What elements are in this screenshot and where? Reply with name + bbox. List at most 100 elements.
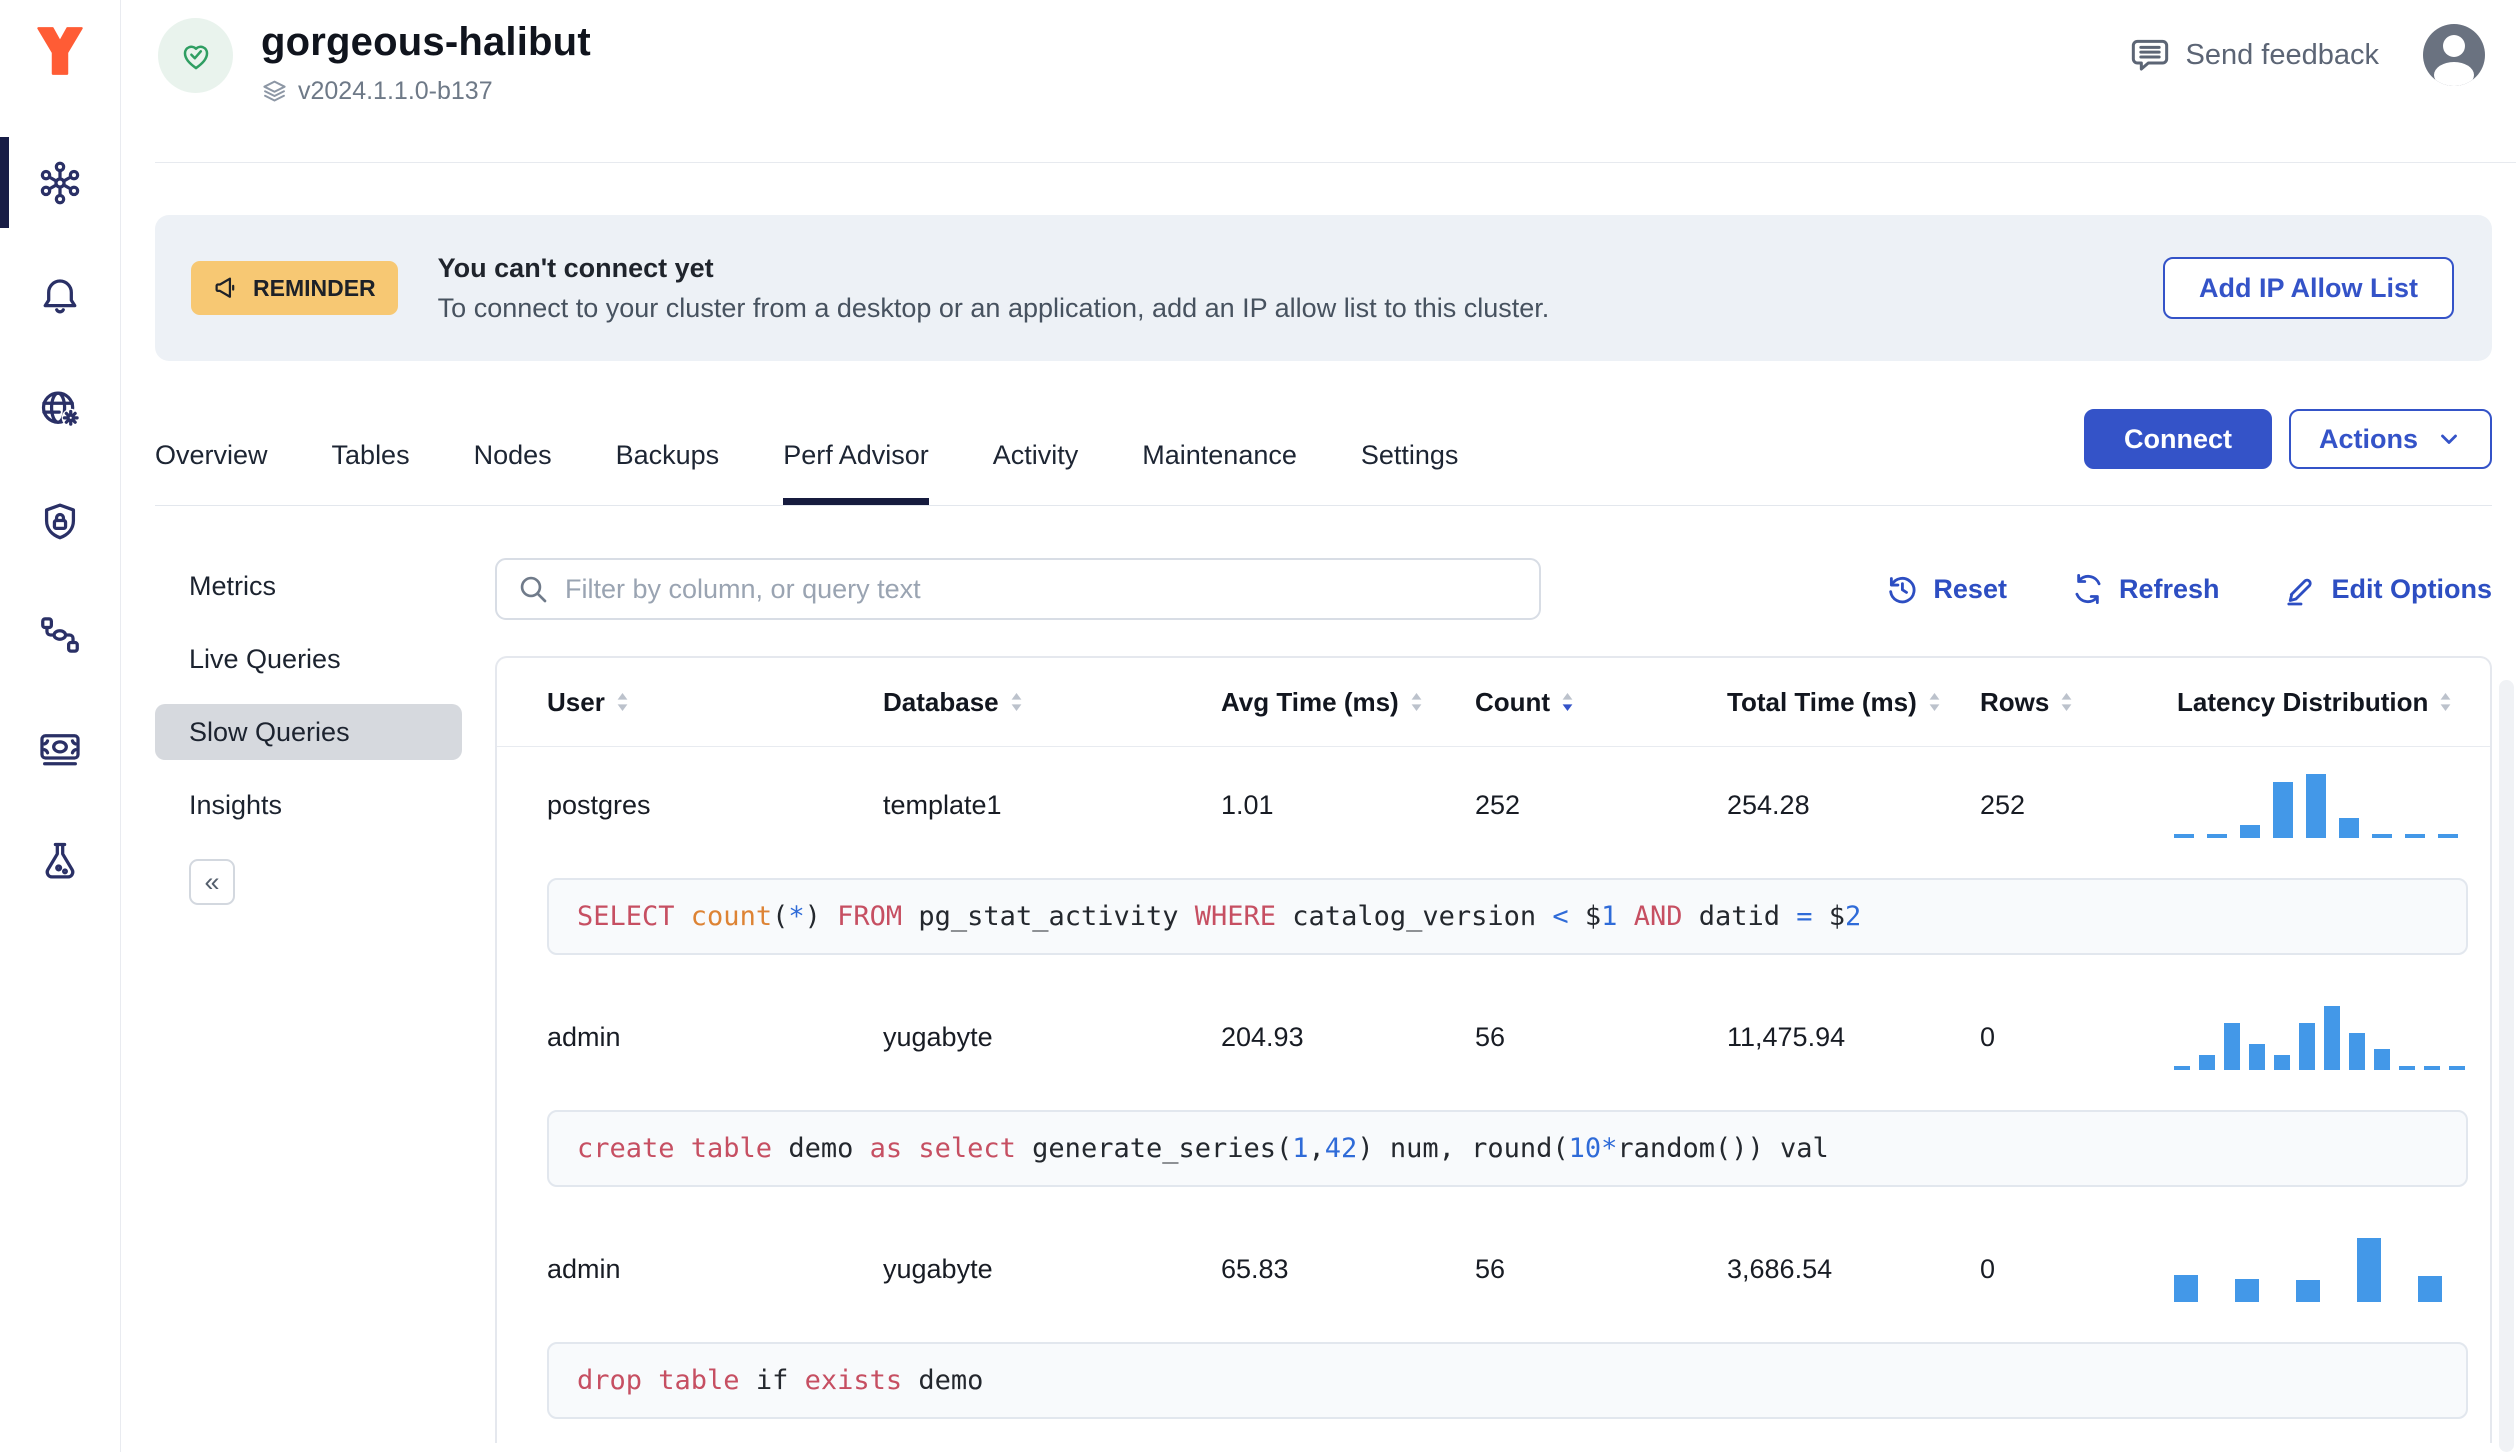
column-label: Latency Distribution xyxy=(2177,686,2429,717)
sidebar-item-integrations[interactable] xyxy=(0,578,120,691)
chevron-down-icon xyxy=(2441,434,2457,444)
query-row: SELECT count(*) FROM pg_stat_activity WH… xyxy=(497,864,2490,979)
cell-rows: 0 xyxy=(1980,1022,1996,1052)
reminder-badge: REMINDER xyxy=(191,261,398,315)
cluster-version: v2024.1.1.0-b137 xyxy=(298,77,493,105)
tab-backups[interactable]: Backups xyxy=(616,387,720,505)
cell-avg-time-ms: 1.01 xyxy=(1221,790,1274,820)
subnav-item-metrics[interactable]: Metrics xyxy=(155,558,462,614)
chat-bubble-icon xyxy=(2131,39,2168,71)
cell-count: 56 xyxy=(1475,1022,1506,1052)
main-area: gorgeous-halibut v2024.1.1.0-b137 Send f… xyxy=(121,0,2516,1452)
sql-query-text: create table demo as select generate_ser… xyxy=(547,1110,2468,1187)
tab-overview[interactable]: Overview xyxy=(155,387,268,505)
scrollbar[interactable] xyxy=(2499,680,2514,1452)
subnav-item-slow-queries[interactable]: Slow Queries xyxy=(155,704,462,760)
cluster-identity: gorgeous-halibut v2024.1.1.0-b137 xyxy=(158,18,591,106)
tab-tables[interactable]: Tables xyxy=(332,387,410,505)
table-row[interactable]: admin yugabyte 204.93 56 11,475.94 0 xyxy=(497,979,2490,1096)
table-row[interactable]: admin yugabyte 65.83 56 3,686.54 0 xyxy=(497,1211,2490,1328)
query-row: drop table if exists demo xyxy=(497,1328,2490,1443)
tab-activity[interactable]: Activity xyxy=(993,387,1079,505)
cluster-tabs: Overview Tables Nodes Backups Perf Advisor Ac… xyxy=(155,387,1522,505)
cluster-hub-icon xyxy=(40,161,80,204)
column-header-avg-time-ms-[interactable]: Avg Time (ms) xyxy=(1171,687,1425,718)
cell-rows: 252 xyxy=(1980,790,2026,820)
column-header-database[interactable]: Database xyxy=(833,687,1171,718)
latency-histogram xyxy=(2174,773,2490,838)
cell-rows: 0 xyxy=(1980,1254,1996,1284)
banknote-icon xyxy=(40,733,80,765)
tabs-row: Overview Tables Nodes Backups Perf Advisor Ac… xyxy=(155,387,2492,506)
layers-icon xyxy=(263,80,286,102)
megaphone-icon xyxy=(215,277,235,298)
filter-input[interactable] xyxy=(495,558,1541,620)
cell-total-time-ms: 11,475.94 xyxy=(1727,1022,1846,1052)
sidebar-item-labs[interactable] xyxy=(0,804,120,917)
subnav-item-insights[interactable]: Insights xyxy=(155,777,462,833)
tab-settings[interactable]: Settings xyxy=(1361,387,1459,505)
sort-icon xyxy=(1562,693,1573,711)
refresh-button[interactable]: Refresh xyxy=(2071,572,2220,606)
column-header-total-time-ms-[interactable]: Total Time (ms) xyxy=(1677,687,1940,718)
table-row[interactable]: postgres template1 1.01 252 254.28 252 xyxy=(497,747,2490,864)
bell-icon xyxy=(43,278,77,313)
collapse-sidebar-button[interactable]: « xyxy=(189,859,235,905)
column-header-user[interactable]: User xyxy=(497,687,833,718)
globe-gear-icon xyxy=(41,390,80,427)
cell-user: admin xyxy=(547,1022,621,1052)
sidebar-item-clusters[interactable] xyxy=(0,126,120,239)
slow-queries-table: User Database Avg Time (ms) Count Total … xyxy=(495,656,2492,1443)
cell-user: postgres xyxy=(547,790,651,820)
sidebar-item-alerts[interactable] xyxy=(0,239,120,352)
column-header-count[interactable]: Count xyxy=(1425,687,1677,718)
connect-button[interactable]: Connect xyxy=(2083,409,2272,469)
slow-queries-toolbar: Reset Refresh xyxy=(495,558,2492,620)
column-label: Database xyxy=(883,686,999,717)
column-header-latency-distribution[interactable]: Latency Distribution xyxy=(2132,687,2490,718)
reminder-banner: REMINDER You can't connect yet To connec… xyxy=(155,215,2492,361)
sql-query-text: drop table if exists demo xyxy=(547,1342,2468,1419)
latency-histogram xyxy=(2174,1005,2490,1070)
column-label: Avg Time (ms) xyxy=(1221,686,1399,717)
slow-queries-panel: Reset Refresh xyxy=(495,558,2492,1443)
cell-database: yugabyte xyxy=(883,1022,993,1052)
banner-title: You can't connect yet xyxy=(437,252,714,283)
tab-nodes[interactable]: Nodes xyxy=(474,387,552,505)
cluster-health-badge xyxy=(158,18,233,93)
add-ip-allow-list-button[interactable]: Add IP Allow List xyxy=(2162,257,2454,319)
column-label: Rows xyxy=(1980,686,2050,717)
flow-icon xyxy=(41,616,79,653)
perf-advisor-subnav: Metrics Live Queries Slow Queries Insights … xyxy=(155,558,462,1443)
sort-icon xyxy=(1011,693,1022,711)
tab-maintenance[interactable]: Maintenance xyxy=(1142,387,1297,505)
edit-options-button[interactable]: Edit Options xyxy=(2284,572,2492,606)
chevrons-left-icon: « xyxy=(204,866,220,897)
actions-dropdown-button[interactable]: Actions xyxy=(2288,409,2492,469)
sidebar-item-security[interactable] xyxy=(0,465,120,578)
flask-icon xyxy=(45,842,75,879)
tab-perf-advisor[interactable]: Perf Advisor xyxy=(783,387,929,505)
yugabyte-logo-icon[interactable] xyxy=(34,24,86,78)
cell-count: 56 xyxy=(1475,1254,1506,1284)
send-feedback-button[interactable]: Send feedback xyxy=(2130,35,2379,75)
user-avatar[interactable] xyxy=(2423,24,2485,86)
left-rail xyxy=(0,0,121,1452)
sidebar-item-usage[interactable] xyxy=(0,691,120,804)
cell-count: 252 xyxy=(1475,790,1521,820)
rail-nav xyxy=(0,126,120,917)
cell-database: yugabyte xyxy=(883,1254,993,1284)
reset-button[interactable]: Reset xyxy=(1885,572,2007,606)
subnav-item-live-queries[interactable]: Live Queries xyxy=(155,631,462,687)
pencil-icon xyxy=(2286,578,2312,606)
column-header-rows[interactable]: Rows xyxy=(1930,687,2132,718)
banner-message: To connect to your cluster from a deskto… xyxy=(437,292,1550,323)
sidebar-item-network[interactable] xyxy=(0,352,120,465)
sql-query-text: SELECT count(*) FROM pg_stat_activity WH… xyxy=(547,878,2468,955)
cell-database: template1 xyxy=(883,790,1002,820)
search-icon xyxy=(520,576,547,603)
table-header-row: User Database Avg Time (ms) Count Total … xyxy=(497,658,2490,747)
sort-icon xyxy=(2061,693,2072,711)
column-label: User xyxy=(547,686,605,717)
cell-user: admin xyxy=(547,1254,621,1284)
